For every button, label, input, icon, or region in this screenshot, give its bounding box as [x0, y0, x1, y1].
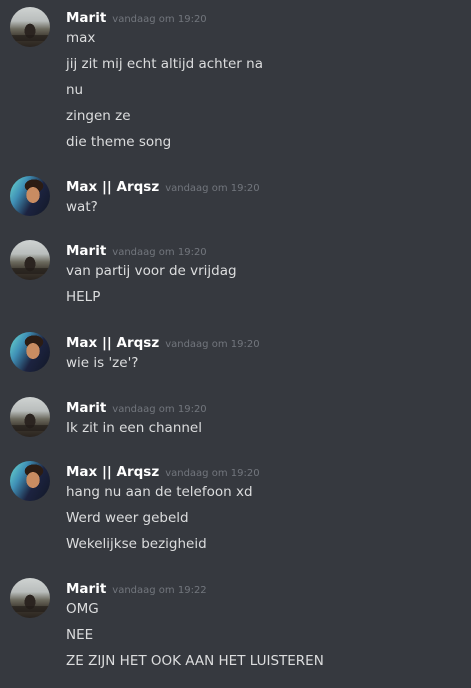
message-text: Ik zit in een channel	[66, 420, 202, 436]
avatar[interactable]	[10, 332, 50, 372]
username[interactable]: Max || Arqsz	[66, 464, 159, 480]
message-text: die theme song	[66, 134, 172, 150]
username[interactable]: Marit	[66, 400, 106, 416]
timestamp: vandaag om 19:20	[112, 404, 207, 415]
message-text: wat?	[66, 199, 98, 215]
avatar[interactable]	[10, 176, 50, 216]
message-header: Marit vandaag om 19:20	[66, 240, 207, 260]
username[interactable]: Marit	[66, 243, 106, 259]
timestamp: vandaag om 19:20	[112, 14, 207, 25]
avatar[interactable]	[10, 461, 50, 501]
avatar[interactable]	[10, 578, 50, 618]
username[interactable]: Max || Arqsz	[66, 179, 159, 195]
message-text: jij zit mij echt altijd achter na	[66, 56, 263, 72]
message-text: van partij voor de vrijdag	[66, 263, 237, 279]
timestamp: vandaag om 19:20	[112, 247, 207, 258]
message-text: zingen ze	[66, 108, 131, 124]
timestamp: vandaag om 19:20	[165, 468, 260, 479]
message-text: ZE ZIJN HET OOK AAN HET LUISTEREN	[66, 653, 324, 669]
avatar[interactable]	[10, 240, 50, 280]
message-header: Max || Arqsz vandaag om 19:20	[66, 461, 260, 481]
username[interactable]: Marit	[66, 581, 106, 597]
avatar[interactable]	[10, 397, 50, 437]
timestamp: vandaag om 19:20	[165, 183, 260, 194]
message-text: NEE	[66, 627, 94, 643]
message-text: Werd weer gebeld	[66, 510, 189, 526]
message-text: max	[66, 30, 96, 46]
message-header: Marit vandaag om 19:20	[66, 7, 207, 27]
avatar[interactable]	[10, 7, 50, 47]
timestamp: vandaag om 19:20	[165, 339, 260, 350]
message-header: Max || Arqsz vandaag om 19:20	[66, 332, 260, 352]
message-header: Max || Arqsz vandaag om 19:20	[66, 176, 260, 196]
message-text: OMG	[66, 601, 99, 617]
username[interactable]: Max || Arqsz	[66, 335, 159, 351]
message-text: wie is 'ze'?	[66, 355, 139, 371]
message-header: Marit vandaag om 19:20	[66, 397, 207, 417]
message-header: Marit vandaag om 19:22	[66, 578, 207, 598]
message-text: HELP	[66, 289, 101, 305]
message-text: nu	[66, 82, 84, 98]
message-text: Wekelijkse bezigheid	[66, 536, 207, 552]
username[interactable]: Marit	[66, 10, 106, 26]
timestamp: vandaag om 19:22	[112, 585, 207, 596]
message-text: hang nu aan de telefoon xd	[66, 484, 253, 500]
